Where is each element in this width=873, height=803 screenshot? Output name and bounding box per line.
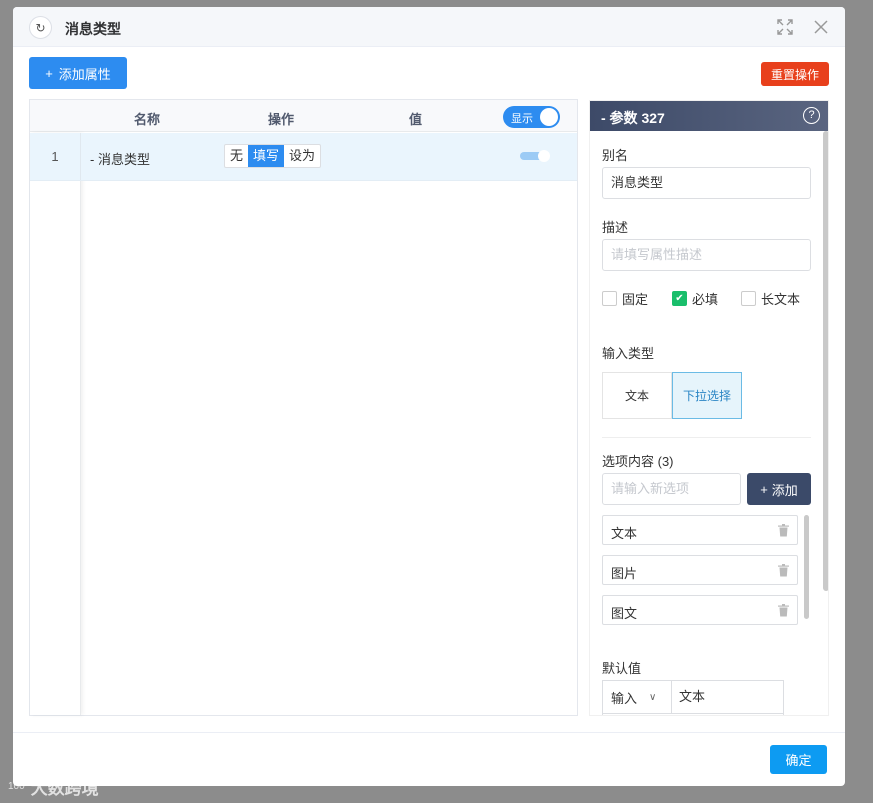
input-type-text[interactable]: 文本 bbox=[602, 372, 672, 419]
fullscreen-icon[interactable] bbox=[776, 18, 794, 36]
plus-icon: + bbox=[760, 481, 768, 497]
next-field-edge bbox=[602, 713, 784, 715]
input-type-dropdown[interactable]: 下拉选择 bbox=[672, 372, 742, 419]
list-item[interactable]: 图片 bbox=[602, 555, 798, 585]
header-action: 操作 bbox=[268, 112, 295, 127]
add-attribute-button[interactable]: + 添加属性 bbox=[29, 57, 127, 89]
reset-button[interactable]: 重置操作 bbox=[761, 62, 829, 86]
toggle-knob bbox=[538, 150, 550, 162]
table-row[interactable]: 1 - 消息类型 无 填写 设为 bbox=[30, 133, 577, 181]
op-set-button[interactable]: 设为 bbox=[284, 145, 320, 167]
dialog-title: 消息类型 bbox=[65, 21, 121, 37]
add-option-label: 添加 bbox=[771, 482, 798, 498]
required-checkbox[interactable]: ✔ 必填 bbox=[672, 289, 718, 308]
desc-label: 描述 bbox=[602, 220, 629, 235]
option-label: 图文 bbox=[611, 606, 638, 621]
watermark-logo: 100 bbox=[8, 781, 25, 792]
row-value-toggle[interactable] bbox=[520, 150, 550, 162]
add-option-button[interactable]: + 添加 bbox=[747, 473, 811, 505]
toggle-knob bbox=[540, 108, 558, 126]
fixed-label: 固定 bbox=[622, 292, 649, 307]
op-fill-button[interactable]: 填写 bbox=[248, 145, 285, 167]
index-column bbox=[30, 133, 81, 715]
option-label: 文本 bbox=[611, 526, 638, 541]
panel-scrollbar[interactable] bbox=[823, 131, 828, 591]
footer-divider bbox=[13, 732, 845, 733]
check-icon: ✔ bbox=[672, 291, 687, 306]
input-type-label: 输入类型 bbox=[602, 346, 655, 361]
watermark: 100 大数跨境 bbox=[8, 774, 99, 799]
alias-label: 别名 bbox=[602, 148, 629, 163]
header-value: 值 bbox=[409, 112, 423, 127]
attribute-table: 名称 操作 值 显示 1 - 消息类型 无 填写 设为 bbox=[29, 99, 578, 716]
alias-input[interactable]: 消息类型 bbox=[602, 167, 811, 199]
plus-icon: + bbox=[45, 65, 53, 81]
chevron-down-icon: ∨ bbox=[649, 691, 657, 703]
trash-icon[interactable] bbox=[778, 564, 789, 577]
default-value-input[interactable]: 文本 bbox=[671, 680, 784, 714]
panel-title: - 参数 327 bbox=[601, 110, 665, 126]
list-item[interactable]: 文本 bbox=[602, 515, 798, 545]
panel-header: - 参数 327 ? bbox=[590, 101, 828, 131]
trash-icon[interactable] bbox=[778, 524, 789, 537]
help-icon[interactable]: ? bbox=[803, 107, 820, 124]
param-panel: - 参数 327 ? 别名 消息类型 描述 请填写属性描述 固定 ✔ 必填 长文… bbox=[589, 100, 829, 716]
default-label: 默认值 bbox=[602, 661, 642, 676]
dialog: ↻ 消息类型 + 添加属性 重置操作 名称 操作 值 显示 1 - 消息类型 无 bbox=[13, 7, 845, 786]
refresh-icon[interactable]: ↻ bbox=[29, 16, 52, 39]
row-name: - 消息类型 bbox=[90, 152, 150, 167]
longtext-checkbox[interactable]: 长文本 bbox=[741, 289, 800, 308]
required-label: 必填 bbox=[692, 292, 719, 307]
new-option-input[interactable]: 请输入新选项 bbox=[602, 473, 741, 505]
operation-group: 无 填写 设为 bbox=[224, 144, 322, 168]
ok-button[interactable]: 确定 bbox=[770, 745, 827, 774]
longtext-label: 长文本 bbox=[761, 292, 801, 307]
table-header: 名称 操作 值 显示 bbox=[30, 100, 577, 132]
default-mode-select[interactable]: 输入 ∨ bbox=[602, 680, 672, 714]
close-icon[interactable] bbox=[812, 18, 830, 36]
list-item[interactable]: 图文 bbox=[602, 595, 798, 625]
checkbox-box bbox=[602, 291, 617, 306]
options-label: 选项内容 (3) bbox=[602, 454, 674, 469]
dialog-header: ↻ 消息类型 bbox=[13, 7, 845, 47]
fixed-checkbox[interactable]: 固定 bbox=[602, 289, 648, 308]
watermark-text: 大数跨境 bbox=[30, 779, 99, 798]
divider bbox=[602, 437, 811, 438]
op-none-button[interactable]: 无 bbox=[225, 145, 248, 167]
options-scrollbar[interactable] bbox=[804, 515, 809, 619]
show-toggle-label: 显示 bbox=[511, 113, 533, 125]
show-toggle[interactable]: 显示 bbox=[503, 106, 560, 128]
checkbox-box bbox=[741, 291, 756, 306]
trash-icon[interactable] bbox=[778, 604, 789, 617]
add-attribute-label: 添加属性 bbox=[58, 66, 111, 82]
desc-input[interactable]: 请填写属性描述 bbox=[602, 239, 811, 271]
option-label: 图片 bbox=[611, 566, 638, 581]
default-mode-value: 输入 bbox=[611, 690, 638, 706]
header-name: 名称 bbox=[134, 112, 161, 127]
row-index: 1 bbox=[30, 133, 81, 180]
